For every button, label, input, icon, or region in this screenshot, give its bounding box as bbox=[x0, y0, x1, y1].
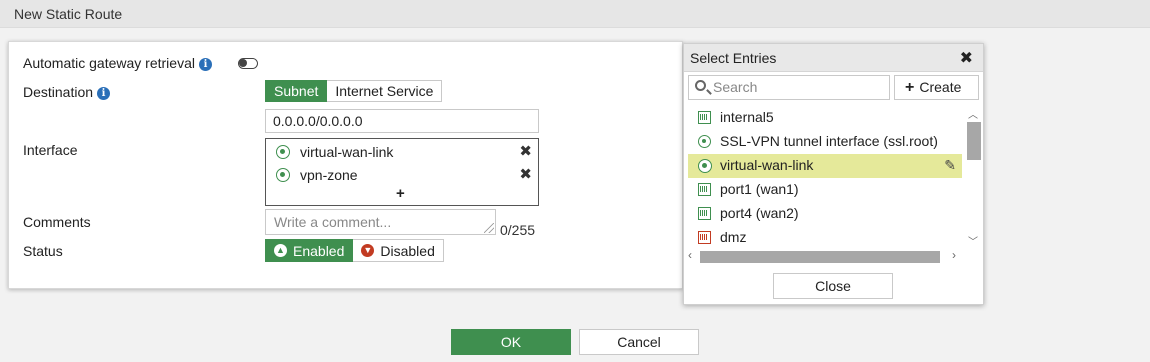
auto-gateway-label-row: Automatic gateway retrieval i bbox=[23, 55, 212, 71]
cancel-button[interactable]: Cancel bbox=[579, 329, 699, 355]
scrollbar-thumb[interactable] bbox=[700, 251, 940, 263]
port-icon bbox=[698, 183, 711, 196]
info-icon[interactable]: i bbox=[97, 87, 111, 100]
destination-subnet-input[interactable]: 0.0.0.0/0.0.0.0 bbox=[265, 109, 539, 133]
list-item-label: SSL-VPN tunnel interface (ssl.root) bbox=[720, 133, 938, 149]
destination-label-row: Destination i bbox=[23, 84, 111, 100]
sd-wan-icon bbox=[698, 159, 712, 173]
interface-chip-label: vpn-zone bbox=[300, 167, 358, 183]
arrow-up-circle-icon: ▲ bbox=[274, 244, 287, 257]
list-item-label: port4 (wan2) bbox=[720, 205, 799, 221]
status-disabled-option[interactable]: ▼ Disabled bbox=[353, 239, 444, 262]
sd-wan-icon bbox=[276, 168, 290, 182]
static-route-form: Automatic gateway retrieval i Destination… bbox=[8, 41, 683, 289]
add-interface-icon[interactable]: + bbox=[396, 185, 405, 202]
close-icon[interactable]: ✖ bbox=[960, 48, 973, 68]
list-item-label: virtual-wan-link bbox=[720, 157, 814, 173]
destination-internet-service-option[interactable]: Internet Service bbox=[327, 80, 443, 102]
select-entries-header: Select Entries ✖ bbox=[684, 44, 983, 72]
auto-gateway-toggle[interactable] bbox=[238, 58, 258, 69]
chevron-up-icon[interactable]: ︿ bbox=[968, 106, 978, 121]
port-icon bbox=[698, 111, 711, 124]
comments-textarea[interactable]: Write a comment... bbox=[265, 209, 496, 235]
list-item-label: dmz bbox=[720, 229, 747, 245]
interface-chip: virtual-wan-link ✖ bbox=[276, 142, 536, 162]
ssl-vpn-icon bbox=[698, 135, 711, 148]
scrollbar-thumb[interactable] bbox=[967, 122, 981, 160]
resize-grip-icon[interactable] bbox=[484, 223, 494, 233]
comments-label: Comments bbox=[23, 214, 91, 230]
select-entries-title: Select Entries bbox=[690, 50, 777, 66]
plus-icon: + bbox=[905, 79, 915, 96]
list-item[interactable]: SSL-VPN tunnel interface (ssl.root) bbox=[688, 130, 962, 154]
interface-field[interactable]: virtual-wan-link ✖ vpn-zone ✖ + bbox=[265, 138, 539, 206]
edit-pencil-icon[interactable]: ✎ bbox=[944, 157, 956, 174]
select-entries-panel: Select Entries ✖ Search + Create internal… bbox=[683, 43, 984, 305]
status-selector: ▲ Enabled ▼ Disabled bbox=[265, 239, 444, 262]
close-button[interactable]: Close bbox=[773, 273, 893, 299]
entries-search-input[interactable]: Search bbox=[688, 75, 890, 100]
sd-wan-icon bbox=[276, 145, 290, 159]
vertical-scrollbar[interactable]: ︿ ﹀ bbox=[965, 106, 981, 248]
interface-chip: vpn-zone ✖ bbox=[276, 165, 536, 185]
destination-label: Destination bbox=[23, 84, 94, 100]
create-label: Create bbox=[919, 79, 962, 95]
chevron-right-icon[interactable]: › bbox=[952, 248, 956, 262]
list-item[interactable]: dmz bbox=[688, 226, 962, 248]
comments-placeholder: Write a comment... bbox=[274, 214, 392, 230]
status-label: Status bbox=[23, 243, 63, 259]
interface-chip-label: virtual-wan-link bbox=[300, 144, 394, 160]
horizontal-scrollbar[interactable]: ‹ › bbox=[688, 248, 962, 264]
title-bar: New Static Route bbox=[0, 0, 1150, 28]
entries-list: internal5 SSL-VPN tunnel interface (ssl.… bbox=[688, 106, 962, 248]
status-disabled-label: Disabled bbox=[380, 242, 435, 259]
destination-type-selector: Subnet Internet Service bbox=[265, 80, 443, 102]
list-item-label: internal5 bbox=[720, 109, 774, 125]
remove-icon[interactable]: ✖ bbox=[519, 165, 532, 183]
page-title: New Static Route bbox=[14, 6, 123, 22]
list-item[interactable]: port4 (wan2) bbox=[688, 202, 962, 226]
chevron-left-icon[interactable]: ‹ bbox=[688, 248, 692, 262]
port-icon bbox=[698, 207, 711, 220]
remove-icon[interactable]: ✖ bbox=[519, 142, 532, 160]
arrow-down-circle-icon: ▼ bbox=[361, 244, 375, 257]
chevron-down-icon[interactable]: ﹀ bbox=[968, 233, 978, 248]
list-item[interactable]: port1 (wan1) bbox=[688, 178, 962, 202]
search-icon bbox=[695, 80, 706, 91]
status-enabled-label: Enabled bbox=[293, 242, 345, 259]
interface-label: Interface bbox=[23, 142, 78, 158]
status-enabled-option[interactable]: ▲ Enabled bbox=[265, 239, 354, 262]
info-icon[interactable]: i bbox=[198, 58, 212, 71]
create-button[interactable]: + Create bbox=[894, 75, 979, 100]
destination-subnet-option[interactable]: Subnet bbox=[265, 80, 328, 102]
list-item-label: port1 (wan1) bbox=[720, 181, 799, 197]
port-icon-red bbox=[698, 231, 711, 244]
list-item-selected[interactable]: virtual-wan-link ✎ bbox=[688, 154, 962, 178]
auto-gateway-label: Automatic gateway retrieval bbox=[23, 55, 195, 71]
toggle-knob bbox=[239, 59, 247, 67]
list-item[interactable]: internal5 bbox=[688, 106, 962, 130]
sd-wan-icon-wrap bbox=[698, 159, 712, 173]
ok-button[interactable]: OK bbox=[451, 329, 571, 355]
search-placeholder: Search bbox=[713, 79, 758, 95]
comments-char-count: 0/255 bbox=[500, 222, 536, 238]
